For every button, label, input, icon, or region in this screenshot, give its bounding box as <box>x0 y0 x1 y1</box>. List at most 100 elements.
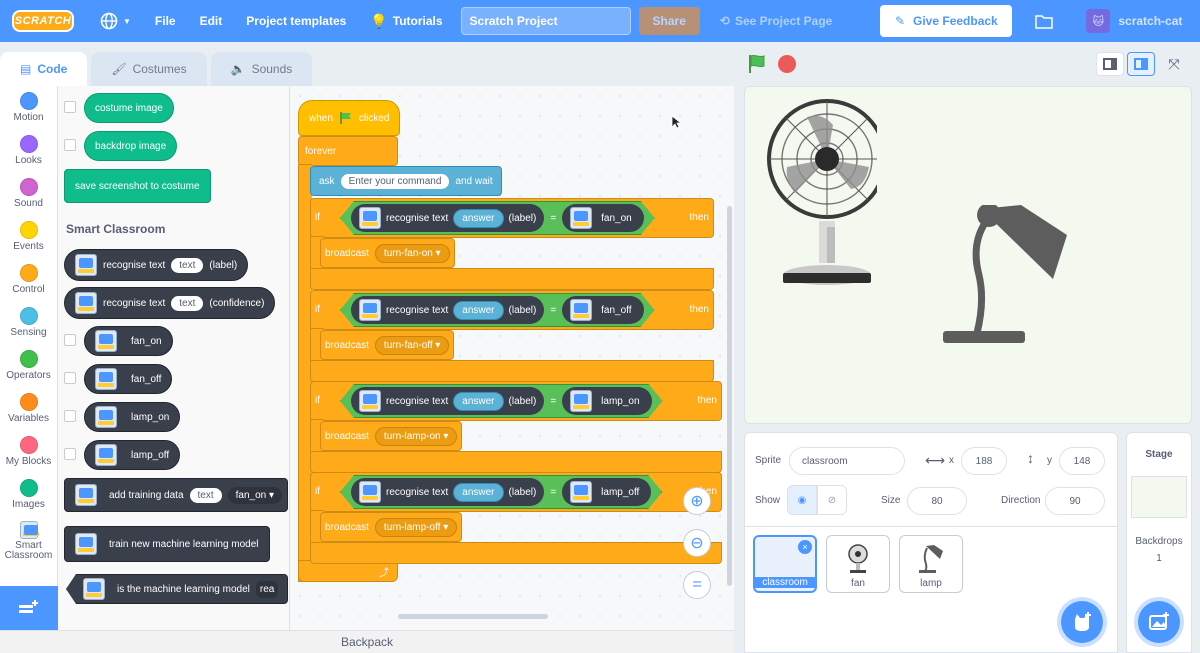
account-menu[interactable]: 🐱 scratch-cat <box>1086 9 1182 33</box>
category-looks[interactable]: Looks <box>0 129 57 172</box>
category-variables[interactable]: Variables <box>0 387 57 430</box>
text-input[interactable]: text <box>171 295 204 311</box>
label-reporter[interactable]: fan_off <box>562 296 643 324</box>
zoom-in-button[interactable]: ⊕ <box>683 487 711 515</box>
block-broadcast[interactable]: broadcast turn-fan-off ▾ <box>320 330 455 360</box>
show-visible-button[interactable]: ◉ <box>787 485 817 515</box>
recognise-text-reporter[interactable]: recognise text answer (label) <box>351 478 544 506</box>
label-reporter[interactable]: fan_on <box>562 204 644 232</box>
scratch-logo[interactable]: SCRATCH <box>12 10 74 32</box>
block-when-flag-clicked[interactable]: when clicked <box>298 100 401 136</box>
recognise-text-reporter[interactable]: recognise text answer (label) <box>351 204 544 232</box>
show-hidden-button[interactable]: ⊘ <box>817 485 847 515</box>
label-reporter[interactable]: lamp_on <box>562 387 651 415</box>
broadcast-dropdown[interactable]: turn-fan-off ▾ <box>374 335 450 355</box>
block-is-model-ready[interactable]: is the machine learning model rea <box>66 574 288 604</box>
category-motion[interactable]: Motion <box>0 86 57 129</box>
equals-operator-block[interactable]: recognise text answer (label) = lamp_on <box>340 384 663 418</box>
broadcast-dropdown[interactable]: turn-lamp-off ▾ <box>374 517 458 537</box>
tab-sounds[interactable]: 🔈 Sounds <box>210 52 313 86</box>
block-ask-and-wait[interactable]: ask Enter your command and wait <box>310 166 502 196</box>
language-menu[interactable]: ▼ <box>88 0 143 42</box>
block-broadcast[interactable]: broadcast turn-lamp-on ▾ <box>320 421 463 451</box>
checkbox[interactable] <box>64 334 76 346</box>
sprite-name-input[interactable]: classroom <box>789 447 905 475</box>
script-area[interactable]: when clicked forever ⤴ ask Enter your co… <box>290 86 734 630</box>
block-costume-image[interactable]: costume image <box>84 93 174 123</box>
normal-stage-button[interactable] <box>1127 52 1155 76</box>
zoom-out-button[interactable]: ⊖ <box>683 529 711 557</box>
block-broadcast[interactable]: broadcast turn-fan-on ▾ <box>320 238 455 268</box>
tab-costumes[interactable]: 🖌 Costumes <box>91 52 207 86</box>
project-title-input[interactable]: Scratch Project <box>460 7 631 35</box>
label-reporter[interactable]: lamp_off <box>562 478 651 506</box>
category-control[interactable]: Control <box>0 258 57 301</box>
project-templates-menu[interactable]: Project templates <box>234 0 358 42</box>
green-flag-button[interactable] <box>746 53 768 75</box>
sprite-thumb-lamp[interactable]: lamp <box>899 535 963 593</box>
equals-operator-block[interactable]: recognise text answer (label) = lamp_off <box>340 475 662 509</box>
block-forever[interactable]: forever <box>298 136 398 166</box>
equals-operator-block[interactable]: recognise text answer (label) = fan_on <box>340 201 655 235</box>
block-recognise-text-label[interactable]: recognise text text (label) <box>64 249 249 281</box>
fullscreen-button[interactable]: ⤧ <box>1160 52 1188 76</box>
block-add-training-data[interactable]: add training data text fan_on ▾ <box>64 478 288 512</box>
text-input[interactable]: text <box>189 487 222 503</box>
block-label-lamp-off[interactable]: lamp_off <box>84 440 181 470</box>
y-input[interactable]: 148 <box>1059 447 1105 475</box>
answer-reporter[interactable]: answer <box>453 392 503 411</box>
text-input[interactable]: text <box>171 257 204 273</box>
stop-button[interactable] <box>778 55 796 73</box>
checkbox[interactable] <box>64 410 76 422</box>
category-my-blocks[interactable]: My Blocks <box>0 430 57 473</box>
answer-reporter[interactable]: answer <box>453 301 503 320</box>
stage-target-pane[interactable]: Stage Backdrops 1 <box>1126 432 1192 653</box>
block-recognise-text-confidence[interactable]: recognise text text (confidence) <box>64 287 276 319</box>
equals-operator-block[interactable]: recognise text answer (label) = fan_off <box>340 293 655 327</box>
size-input[interactable]: 80 <box>907 487 967 515</box>
category-operators[interactable]: Operators <box>0 344 57 387</box>
broadcast-dropdown[interactable]: turn-lamp-on ▾ <box>374 426 458 446</box>
direction-input[interactable]: 90 <box>1045 487 1105 515</box>
sprite-thumb-fan[interactable]: fan <box>826 535 890 593</box>
vertical-scrollbar[interactable] <box>727 206 732 586</box>
my-stuff-button[interactable] <box>1022 14 1066 29</box>
answer-reporter[interactable]: answer <box>453 209 503 228</box>
answer-reporter[interactable]: answer <box>453 483 503 502</box>
block-save-screenshot[interactable]: save screenshot to costume <box>64 169 211 203</box>
zoom-reset-button[interactable]: = <box>683 571 711 599</box>
category-sound[interactable]: Sound <box>0 172 57 215</box>
recognise-text-reporter[interactable]: recognise text answer (label) <box>351 296 544 324</box>
add-backdrop-button[interactable] <box>1138 601 1180 643</box>
ask-prompt-input[interactable]: Enter your command <box>340 173 450 189</box>
block-label-fan-off[interactable]: fan_off <box>84 364 173 394</box>
block-broadcast[interactable]: broadcast turn-lamp-off ▾ <box>320 512 463 542</box>
checkbox[interactable] <box>64 101 76 113</box>
label-dropdown[interactable]: fan_on ▾ <box>227 486 283 504</box>
block-label-lamp-on[interactable]: lamp_on <box>84 402 181 432</box>
stage[interactable] <box>744 86 1192 424</box>
checkbox[interactable] <box>64 139 76 151</box>
give-feedback-button[interactable]: ✎ Give Feedback <box>880 5 1013 37</box>
tutorials-button[interactable]: 💡 Tutorials <box>358 0 454 42</box>
checkbox[interactable] <box>64 372 76 384</box>
category-sensing[interactable]: Sensing <box>0 301 57 344</box>
category-smart-classroom[interactable]: Smart Classroom <box>0 516 57 566</box>
recognise-text-reporter[interactable]: recognise text answer (label) <box>351 387 544 415</box>
tab-code[interactable]: ▤ Code <box>0 52 88 86</box>
block-train-model[interactable]: train new machine learning model <box>64 526 270 562</box>
horizontal-scrollbar[interactable] <box>398 614 548 619</box>
add-sprite-button[interactable] <box>1061 601 1103 643</box>
lamp-sprite[interactable] <box>941 205 1071 345</box>
share-button[interactable]: Share <box>638 7 700 35</box>
backpack[interactable]: Backpack <box>0 630 734 653</box>
broadcast-dropdown[interactable]: turn-fan-on ▾ <box>374 243 450 263</box>
delete-sprite-button[interactable]: × <box>798 540 812 554</box>
see-project-page-button[interactable]: ⟲ See Project Page <box>708 0 844 42</box>
checkbox[interactable] <box>64 448 76 460</box>
edit-menu[interactable]: Edit <box>188 0 235 42</box>
x-input[interactable]: 188 <box>961 447 1007 475</box>
fan-sprite[interactable] <box>767 97 877 289</box>
category-images[interactable]: Images <box>0 473 57 516</box>
small-stage-button[interactable] <box>1096 52 1124 76</box>
